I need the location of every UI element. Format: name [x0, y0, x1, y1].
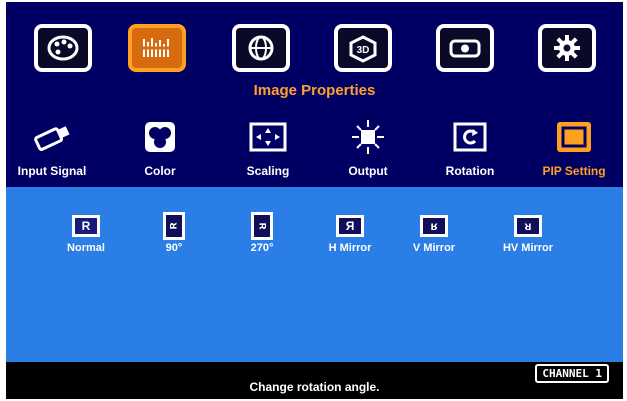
- gear-icon: [554, 35, 580, 61]
- usb-plug-icon: [29, 118, 75, 156]
- rotation-option-90[interactable]: ᴚ 90°: [132, 212, 216, 254]
- status-bar: CHANNEL 1 Change rotation angle.: [6, 362, 623, 399]
- top-menu-item-image-properties[interactable]: [128, 24, 186, 72]
- rotation-glyph: Я: [336, 215, 364, 237]
- top-menu-item-3d[interactable]: 3D: [334, 24, 392, 72]
- rotation-glyph: R: [72, 215, 100, 237]
- sub-menu-item-color[interactable]: Color: [114, 118, 206, 178]
- rotation-glyph: ᴚ: [163, 212, 185, 240]
- globe-icon: [248, 35, 274, 61]
- rotation-option-hv-mirror[interactable]: ᴚ HV Mirror: [486, 215, 570, 254]
- rotation-option-normal[interactable]: R Normal: [44, 215, 128, 254]
- rotation-option-label: HV Mirror: [502, 242, 554, 254]
- image-properties-icon: [142, 38, 172, 57]
- top-menu-item-palette[interactable]: [34, 24, 92, 72]
- 3d-cube-icon: 3D: [349, 35, 377, 63]
- sub-menu-label: PIP Setting: [542, 164, 606, 178]
- rotation-option-label: 90°: [165, 242, 183, 254]
- rotation-option-270[interactable]: ᴚ 270°: [220, 212, 304, 254]
- section-title: Image Properties: [253, 82, 376, 99]
- osd-menu: 3D Image Properties Input Signal Color S…: [6, 2, 623, 399]
- rotation-glyph: ʁ: [420, 215, 448, 237]
- projector-icon: [449, 39, 481, 58]
- top-menu-item-projector[interactable]: [436, 24, 494, 72]
- sub-menu-item-rotation[interactable]: Rotation: [424, 118, 516, 178]
- light-burst-icon: [345, 118, 391, 156]
- sub-menu-item-output[interactable]: Output: [322, 118, 414, 178]
- rotation-glyph: ᴚ: [514, 215, 542, 237]
- sub-menu-label: Scaling: [246, 164, 290, 178]
- rotation-icon: [447, 118, 493, 156]
- sub-menu-item-scaling[interactable]: Scaling: [222, 118, 314, 178]
- svg-text:3D: 3D: [357, 45, 370, 56]
- pip-window-icon: [551, 118, 597, 156]
- rotation-option-v-mirror[interactable]: ʁ V Mirror: [392, 215, 476, 254]
- sub-menu-label: Input Signal: [17, 164, 87, 178]
- top-menu: 3D Image Properties: [6, 2, 623, 112]
- rotation-option-label: H Mirror: [328, 242, 372, 254]
- rotation-option-label: Normal: [67, 242, 105, 254]
- sub-menu-label: Output: [348, 164, 388, 178]
- status-text: Change rotation angle.: [249, 380, 380, 394]
- color-circles-icon: [137, 118, 183, 156]
- rotation-option-label: 270°: [250, 242, 274, 254]
- sub-menu-item-input-signal[interactable]: Input Signal: [6, 118, 98, 178]
- rotation-options-panel: R Normal ᴚ 90° ᴚ 270° Я H Mirror ʁ V Mir…: [6, 187, 623, 362]
- top-menu-item-globe[interactable]: [232, 24, 290, 72]
- sub-menu: Input Signal Color Scaling Output Rotati…: [6, 112, 623, 187]
- rotation-glyph: ᴚ: [251, 212, 273, 240]
- top-menu-item-settings[interactable]: [538, 24, 596, 72]
- palette-icon: [47, 35, 79, 61]
- sub-menu-label: Rotation: [445, 164, 495, 178]
- rotation-option-label: V Mirror: [412, 242, 456, 254]
- rotation-option-h-mirror[interactable]: Я H Mirror: [308, 215, 392, 254]
- sub-menu-label: Color: [144, 164, 176, 178]
- sub-menu-item-pip-setting[interactable]: PIP Setting: [528, 118, 620, 178]
- scaling-arrows-icon: [245, 118, 291, 156]
